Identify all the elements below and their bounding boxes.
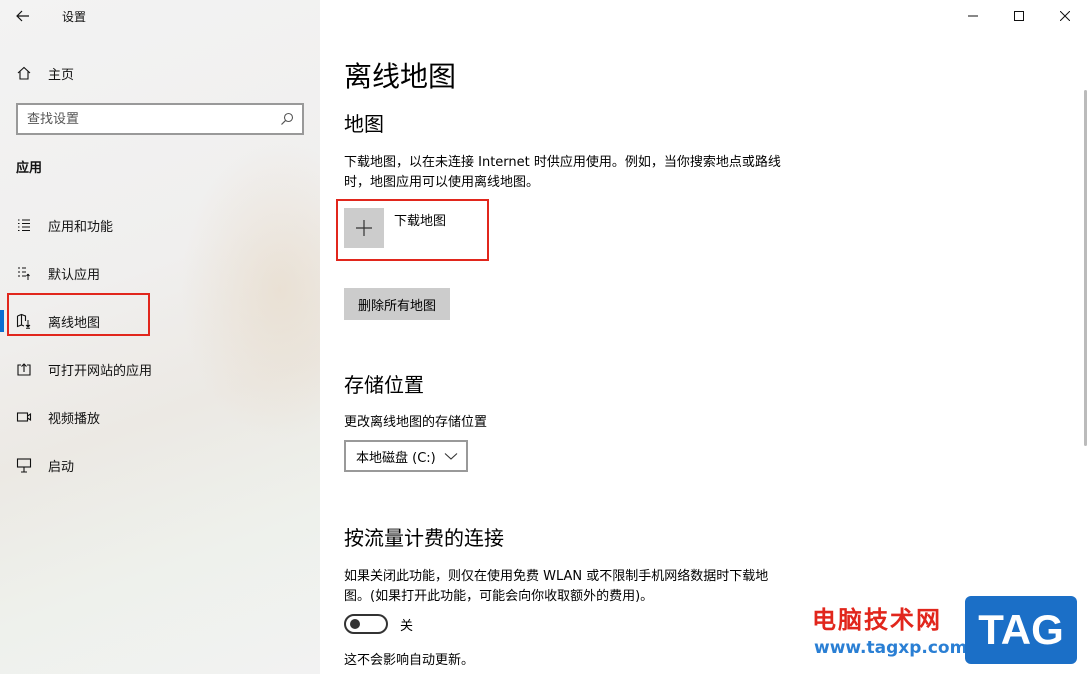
back-button[interactable] xyxy=(0,0,46,32)
sidebar-item-default-apps[interactable]: 默认应用 xyxy=(0,249,320,297)
sidebar-titlebar: 设置 xyxy=(0,0,320,32)
watermark-logo: TAG xyxy=(965,596,1077,664)
sidebar-item-label: 视频播放 xyxy=(48,411,101,427)
close-button[interactable] xyxy=(1042,0,1088,32)
highlight-box-sidebar xyxy=(7,293,150,336)
close-icon xyxy=(1060,11,1070,21)
sidebar-item-label: 默认应用 xyxy=(48,267,101,283)
watermark-url: www.tagxp.com xyxy=(814,638,968,658)
watermark-cn-text: 电脑技术网 xyxy=(812,606,942,634)
video-icon xyxy=(0,409,48,425)
watermark: 电脑技术网 www.tagxp.com TAG xyxy=(808,596,1080,670)
sidebar-item-label: 启动 xyxy=(48,459,75,475)
sidebar: 设置 主页 应用 应用和功能 默认应用 离 xyxy=(0,0,320,674)
default-apps-icon xyxy=(0,265,48,281)
page-title: 离线地图 xyxy=(344,60,457,93)
metered-description: 如果关闭此功能，则仅在使用免费 WLAN 或不限制手机网络数据时下载地图。(如果… xyxy=(344,569,769,604)
sidebar-item-apps-features[interactable]: 应用和功能 xyxy=(0,201,320,249)
metered-toggle-row: 关 xyxy=(344,614,413,634)
storage-location-dropdown[interactable]: 本地磁盘 (C:) xyxy=(344,440,468,472)
main-content: 离线地图 地图 下载地图，以在未连接 Internet 时供应用使用。例如，当你… xyxy=(320,0,1088,674)
search-icon[interactable] xyxy=(272,112,302,126)
maximize-button[interactable] xyxy=(996,0,1042,32)
open-web-icon xyxy=(0,361,48,377)
storage-heading: 存储位置 xyxy=(344,373,424,397)
sidebar-item-home[interactable]: 主页 xyxy=(0,58,320,88)
section-label: 应用 xyxy=(16,161,43,176)
maps-description: 下载地图，以在未连接 Internet 时供应用使用。例如，当你搜索地点或路线时… xyxy=(344,155,781,190)
storage-description: 更改离线地图的存储位置 xyxy=(344,415,488,430)
scrollbar[interactable] xyxy=(1084,90,1087,446)
maximize-icon xyxy=(1014,11,1024,21)
search-box[interactable] xyxy=(16,103,304,135)
toggle-knob xyxy=(350,619,360,629)
sidebar-item-label: 主页 xyxy=(48,67,75,83)
minimize-icon xyxy=(968,15,978,17)
list-icon xyxy=(0,217,48,233)
toggle-state-label: 关 xyxy=(400,618,414,634)
search-input[interactable] xyxy=(18,111,272,127)
auto-update-note: 这不会影响自动更新。 xyxy=(344,653,475,668)
metered-toggle[interactable] xyxy=(344,614,388,634)
window-title: 设置 xyxy=(62,9,87,24)
window-controls xyxy=(950,0,1088,32)
maps-heading: 地图 xyxy=(344,112,384,136)
sidebar-item-label: 可打开网站的应用 xyxy=(48,363,153,379)
minimize-button[interactable] xyxy=(950,0,996,32)
sidebar-item-label: 应用和功能 xyxy=(48,219,114,235)
sidebar-item-apps-for-websites[interactable]: 可打开网站的应用 xyxy=(0,345,320,393)
sidebar-item-startup[interactable]: 启动 xyxy=(0,441,320,489)
sidebar-item-video-playback[interactable]: 视频播放 xyxy=(0,393,320,441)
startup-icon xyxy=(0,457,48,473)
sidebar-nav: 应用和功能 默认应用 离线地图 可打开网站的应用 视频播放 启动 xyxy=(0,201,320,489)
dropdown-selected-value: 本地磁盘 (C:) xyxy=(356,450,436,466)
delete-all-maps-button[interactable]: 删除所有地图 xyxy=(344,288,451,320)
home-icon xyxy=(0,65,48,81)
chevron-down-icon xyxy=(444,453,458,460)
back-arrow-icon xyxy=(16,10,29,22)
highlight-box-add-map xyxy=(336,199,489,261)
metered-heading: 按流量计费的连接 xyxy=(344,526,504,550)
